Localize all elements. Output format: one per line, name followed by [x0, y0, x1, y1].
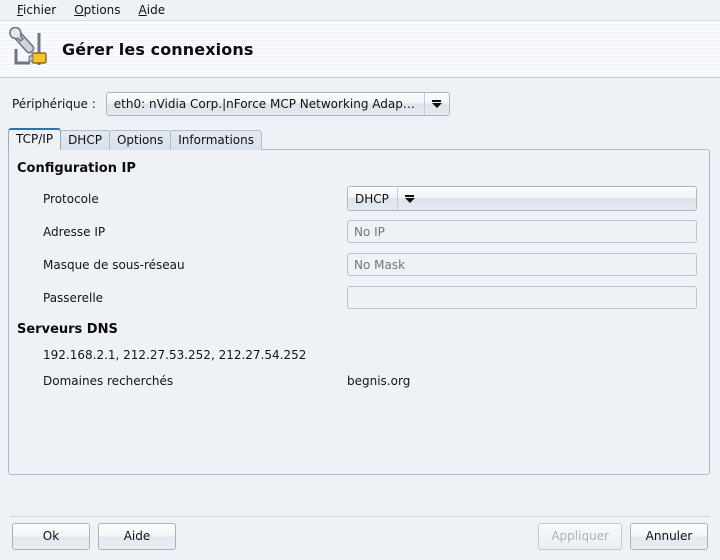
search-domains-row: Domaines recherchés begnis.org	[17, 368, 705, 393]
footer-right-group: Appliquer Annuler	[530, 523, 708, 550]
adresse-ip-label: Adresse IP	[17, 225, 347, 239]
tcpip-tab-panel: Configuration IP Protocole DHCP Adresse …	[8, 149, 710, 475]
ok-button[interactable]: Ok	[12, 523, 90, 550]
dns-servers-value: 192.168.2.1, 212.27.53.252, 212.27.54.25…	[17, 343, 705, 368]
device-combobox[interactable]: eth0: nVidia Corp.|nForce MCP Networking…	[106, 92, 450, 116]
ip-configuration-heading: Configuration IP	[17, 161, 705, 176]
form-row-adresse-ip: Adresse IP	[17, 215, 705, 248]
search-domains-value: begnis.org	[347, 374, 410, 388]
cancel-button[interactable]: Annuler	[630, 523, 708, 550]
protocole-combobox-value: DHCP	[355, 192, 397, 206]
passerelle-label: Passerelle	[17, 291, 347, 305]
masque-input[interactable]	[347, 253, 697, 276]
arrow-triangle	[405, 198, 415, 203]
menu-item-fichier[interactable]: Fichier	[8, 1, 65, 19]
chevron-down-icon[interactable]	[424, 93, 449, 115]
device-combobox-value: eth0: nVidia Corp.|nForce MCP Networking…	[114, 97, 424, 111]
search-domains-label: Domaines recherchés	[17, 374, 347, 388]
footer-separator	[10, 516, 710, 517]
device-label: Périphérique :	[12, 97, 96, 111]
header-banner: Gérer les connexions	[0, 20, 720, 78]
tab-tcpip[interactable]: TCP/IP	[8, 128, 61, 150]
apply-button[interactable]: Appliquer	[538, 523, 622, 550]
arrow-bar	[432, 100, 441, 102]
menu-bar: Fichier Options Aide	[0, 0, 720, 20]
menu-item-options[interactable]: Options	[65, 1, 129, 19]
adresse-ip-input[interactable]	[347, 220, 697, 243]
menu-item-aide[interactable]: Aide	[130, 1, 175, 19]
protocole-combobox[interactable]: DHCP	[347, 186, 697, 211]
protocole-label: Protocole	[17, 192, 347, 206]
page-title: Gérer les connexions	[62, 40, 253, 59]
dns-section: Serveurs DNS 192.168.2.1, 212.27.53.252,…	[17, 322, 705, 393]
tab-options[interactable]: Options	[109, 130, 171, 150]
masque-label: Masque de sous-réseau	[17, 258, 347, 272]
dns-heading: Serveurs DNS	[17, 322, 705, 337]
footer-button-bar: Ok Aide Appliquer Annuler	[0, 521, 720, 551]
chevron-down-icon[interactable]	[397, 188, 422, 210]
form-row-protocole: Protocole DHCP	[17, 182, 705, 215]
help-button[interactable]: Aide	[98, 523, 176, 550]
arrow-bar	[405, 195, 414, 197]
form-row-masque: Masque de sous-réseau	[17, 248, 705, 281]
form-row-passerelle: Passerelle	[17, 281, 705, 314]
network-wrench-icon	[0, 27, 62, 71]
passerelle-input[interactable]	[347, 286, 697, 309]
ip-configuration-form: Protocole DHCP Adresse IP Masque de sous…	[17, 182, 705, 314]
tab-informations[interactable]: Informations	[170, 130, 262, 150]
tab-dhcp[interactable]: DHCP	[60, 130, 110, 150]
device-selector-row: Périphérique : eth0: nVidia Corp.|nForce…	[0, 92, 720, 116]
tab-strip: TCP/IP DHCP Options Informations	[0, 128, 720, 150]
arrow-triangle	[432, 103, 442, 108]
